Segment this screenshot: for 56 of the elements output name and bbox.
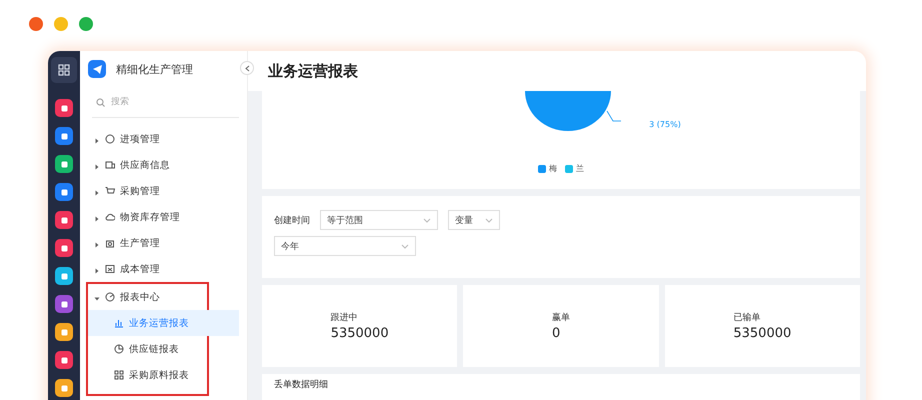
app-tile-icon[interactable]	[55, 379, 73, 397]
stat-value: 5350000	[733, 326, 792, 341]
stat-value: 0	[552, 326, 562, 341]
page-title: 业务运营报表	[267, 60, 359, 82]
cloud-icon	[105, 212, 115, 222]
truck-icon	[105, 160, 115, 170]
chevron-down-icon	[401, 244, 409, 248]
app-tile-icon[interactable]	[55, 127, 73, 145]
submenu-item[interactable]: 业务运营报表	[88, 310, 239, 336]
grid-icon[interactable]	[51, 57, 77, 83]
section-title: 丢单数据明细	[274, 378, 329, 391]
menu-item[interactable]: 进项管理	[88, 126, 239, 152]
stat-label: 赢单	[552, 312, 570, 324]
stat-value: 5350000	[330, 326, 389, 341]
cart-icon	[105, 186, 115, 196]
collapse-button[interactable]	[240, 61, 254, 75]
close-dot[interactable]	[29, 17, 43, 31]
menu-item[interactable]: 报表中心	[88, 284, 207, 310]
menu-item[interactable]: 物资库存管理	[88, 204, 239, 230]
legend-label: 兰	[576, 163, 584, 174]
app-tile-icon[interactable]	[55, 351, 73, 369]
app-tile-icon[interactable]	[55, 211, 73, 229]
value-dropdown[interactable]: 今年	[274, 236, 416, 256]
app-tile-icon[interactable]	[55, 267, 73, 285]
bar-chart-icon	[114, 318, 124, 328]
stat-label: 跟进中	[330, 312, 359, 324]
menu-item[interactable]: 采购管理	[88, 178, 239, 204]
box-icon	[105, 264, 115, 274]
app-tile-icon[interactable]	[55, 155, 73, 173]
menu-item[interactable]: 生产管理	[88, 230, 239, 256]
legend-label: 梅	[549, 163, 557, 174]
chevron-down-icon	[423, 218, 431, 222]
app-tile-icon[interactable]	[55, 183, 73, 201]
minimize-dot[interactable]	[54, 17, 68, 31]
mode-dropdown[interactable]: 变量	[448, 210, 500, 230]
search-icon	[96, 98, 105, 106]
app-tile-icon[interactable]	[55, 99, 73, 117]
menu-item[interactable]: 供应商信息	[88, 152, 239, 178]
menu-item[interactable]: 成本管理	[88, 256, 239, 282]
slice-label: 3 (75%)	[649, 120, 681, 129]
circle-icon	[105, 134, 115, 144]
chevron-down-icon	[485, 218, 493, 222]
grid-icon	[114, 370, 124, 380]
operator-dropdown[interactable]: 等于范围	[320, 210, 438, 230]
submenu-item[interactable]: 采购原料报表	[88, 362, 239, 388]
submenu-item[interactable]: 供应链报表	[88, 336, 239, 362]
leader-line	[606, 110, 622, 122]
app-name: 精细化生产管理	[116, 62, 193, 76]
maximize-dot[interactable]	[79, 17, 93, 31]
chevron-left-icon	[244, 64, 250, 72]
app-tile-icon[interactable]	[55, 295, 73, 313]
app-tile-icon[interactable]	[55, 239, 73, 257]
send-icon	[88, 60, 106, 78]
app-tile-icon[interactable]	[55, 323, 73, 341]
stat-label: 已输单	[733, 312, 762, 324]
filter-label: 创建时间	[274, 214, 310, 226]
